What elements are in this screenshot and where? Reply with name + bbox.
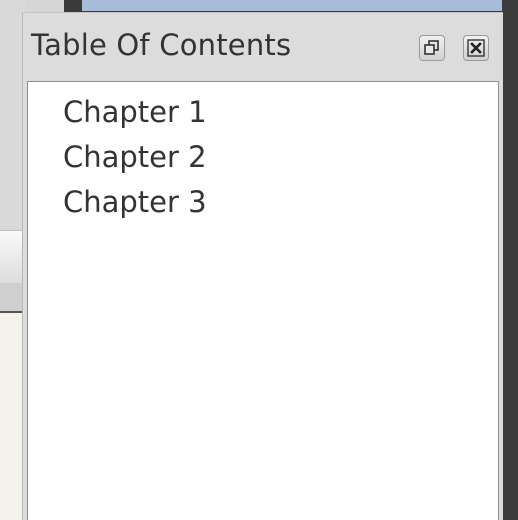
table-of-contents-dock: Table Of Contents Chapter 1 Chapter 2 Ch… xyxy=(22,12,503,520)
float-restore-icon xyxy=(424,40,439,55)
toc-item-chapter-1[interactable]: Chapter 1 xyxy=(28,90,498,135)
close-dock-button[interactable] xyxy=(463,35,489,61)
close-icon xyxy=(467,39,485,57)
toc-item-chapter-2[interactable]: Chapter 2 xyxy=(28,135,498,180)
toc-list: Chapter 1 Chapter 2 Chapter 3 xyxy=(28,90,498,225)
dock-titlebar[interactable]: Table Of Contents xyxy=(23,13,503,81)
screen: Table Of Contents Chapter 1 Chapter 2 Ch… xyxy=(0,0,518,520)
background-window-border xyxy=(502,0,518,520)
toc-item-chapter-3[interactable]: Chapter 3 xyxy=(28,180,498,225)
dock-title: Table Of Contents xyxy=(31,28,292,62)
background-window-titlebar xyxy=(82,0,502,11)
float-dock-button[interactable] xyxy=(419,35,445,61)
toc-tree[interactable]: Chapter 1 Chapter 2 Chapter 3 xyxy=(27,81,499,520)
